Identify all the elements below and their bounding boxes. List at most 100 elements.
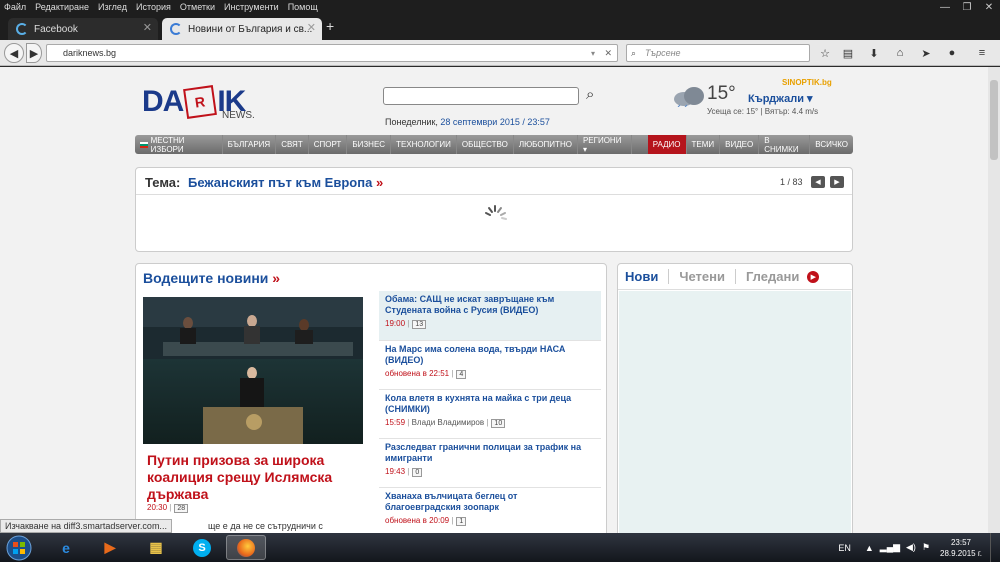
action-center-icon[interactable]: ⚑ [922, 542, 930, 553]
tab-watched[interactable]: Гледани [746, 269, 803, 284]
search-icon[interactable]: ⌕ [586, 86, 604, 104]
comment-count[interactable]: 0 [412, 468, 423, 477]
menu-edit[interactable]: Редактиране [35, 2, 89, 12]
menu-video[interactable]: ВИДЕО [720, 135, 760, 154]
menu-technology[interactable]: ТЕХНОЛОГИИ [391, 135, 457, 154]
downloads-icon[interactable]: ⬇ [866, 45, 882, 61]
menu-regions[interactable]: РЕГИОНИ ▾ [578, 135, 632, 154]
menu-sport[interactable]: СПОРТ [309, 135, 348, 154]
news-title[interactable]: На Марс има солена вода, твърди НАСА (ВИ… [385, 344, 595, 366]
topic-link[interactable]: Бежанският път към Европа » [188, 175, 383, 190]
close-tab-icon[interactable]: ✕ [143, 21, 152, 34]
weather-details: Усеща се: 15° | Вятър: 4.4 m/s [707, 107, 819, 116]
forward-icon[interactable]: ▶ [26, 43, 42, 63]
list-item[interactable]: Обама: САЩ не искат завръщане към Студен… [379, 291, 601, 341]
back-icon[interactable]: ◀ [4, 43, 24, 63]
tab-read[interactable]: Четени [679, 269, 736, 284]
tab-bar: Facebook ✕ Новини от България и св... ✕ … [0, 14, 1000, 40]
news-meta: обновена в 20:09 | 1 [385, 516, 595, 526]
taskbar: e ▶ ▦ S EN ▲ ▂▄▆ ◀) ⚑ 23:57 28.9.2015 г. [0, 533, 1000, 562]
bookmark-star-icon[interactable]: ☆ [817, 45, 833, 61]
clock[interactable]: 23:57 28.9.2015 г. [940, 537, 982, 559]
next-arrow-icon[interactable]: ▶ [830, 176, 844, 188]
main-story-photo[interactable] [143, 297, 363, 444]
menu-world[interactable]: СВЯТ [276, 135, 309, 154]
dropdown-icon[interactable]: ▾ [591, 49, 595, 58]
list-item[interactable]: Кола влетя в кухнята на майка с три деца… [379, 390, 601, 439]
news-meta: 19:43 | 0 [385, 467, 595, 477]
prev-arrow-icon[interactable]: ◀ [811, 176, 825, 188]
menu-business[interactable]: БИЗНЕС [347, 135, 392, 154]
news-title[interactable]: Хванаха вълчицата беглец от благоевградс… [385, 491, 595, 513]
comment-count[interactable]: 10 [491, 419, 506, 428]
menu-tools[interactable]: Инструменти [224, 2, 279, 12]
news-title[interactable]: Кола влетя в кухнята на майка с три деца… [385, 393, 595, 415]
menu-society[interactable]: ОБЩЕСТВО [457, 135, 514, 154]
send-icon[interactable]: ➤ [918, 45, 934, 61]
menu-all[interactable]: ВСИЧКО [810, 135, 853, 154]
news-title[interactable]: Разследват гранични полицаи за трафик на… [385, 442, 595, 464]
comment-count[interactable]: 4 [456, 370, 467, 379]
menu-file[interactable]: Файл [4, 2, 26, 12]
close-window-button[interactable]: ✕ [978, 0, 1000, 14]
show-desktop-button[interactable] [990, 533, 1000, 562]
popular-tabs: Нови Четени Гледани ▶ [618, 264, 852, 290]
news-author[interactable]: Влади Владимиров [412, 418, 485, 427]
topic-pager: 1 / 83 [780, 177, 803, 187]
show-hidden-icons-icon[interactable]: ▲ [865, 543, 874, 553]
volume-icon[interactable]: ◀) [906, 542, 916, 553]
comment-count[interactable]: 13 [412, 320, 427, 329]
topic-box: Тема: Бежанският път към Европа » 1 / 83… [135, 167, 853, 252]
topic-title: Бежанският път към Европа [188, 175, 373, 190]
menu-topics[interactable]: ТЕМИ [687, 135, 721, 154]
home-icon[interactable]: ⌂ [892, 45, 908, 61]
new-tab-button[interactable]: + [326, 18, 334, 34]
close-tab-icon[interactable]: ✕ [307, 21, 316, 34]
weather-brand[interactable]: SINOPTIK.bg [782, 78, 832, 87]
news-time: обновена в 20:09 [385, 516, 450, 525]
tab-dariknews[interactable]: Новини от България и св... ✕ [162, 18, 322, 40]
search-input[interactable]: ⌕ Търсене [626, 44, 810, 62]
firefox-icon[interactable] [226, 535, 266, 560]
menu-bulgaria[interactable]: БЪЛГАРИЯ [223, 135, 277, 154]
list-item[interactable]: Разследват гранични полицаи за трафик на… [379, 439, 601, 488]
scrollbar-thumb[interactable] [990, 80, 998, 160]
start-button-icon[interactable] [4, 534, 34, 562]
search-engine-icon[interactable]: ⌕ [631, 48, 636, 59]
comment-count[interactable]: 28 [174, 504, 189, 513]
weather-city-select[interactable]: Кърджали ▾ [748, 92, 813, 105]
url-input[interactable]: dariknews.bg ▾ ✕ [46, 44, 618, 62]
hamburger-menu-icon[interactable]: ≡ [974, 45, 990, 61]
menu-local-elections[interactable]: МЕСТНИ ИЗБОРИ [135, 135, 223, 154]
menu-help[interactable]: Помощ [288, 2, 318, 12]
internet-explorer-icon[interactable]: e [46, 535, 86, 560]
menu-radio[interactable]: РАДИО [647, 135, 687, 154]
menu-curious[interactable]: ЛЮБОПИТНО [514, 135, 578, 154]
menu-photos[interactable]: В СНИМКИ [759, 135, 811, 154]
chat-icon[interactable]: ● [944, 45, 960, 61]
skype-icon[interactable]: S [182, 535, 222, 560]
menu-view[interactable]: Изглед [98, 2, 127, 12]
media-player-icon[interactable]: ▶ [90, 535, 130, 560]
lead-news-title[interactable]: Водещите новини » [143, 270, 280, 286]
menu-bookmarks[interactable]: Отметки [180, 2, 215, 12]
maximize-button[interactable]: ❐ [956, 0, 978, 14]
site-logo[interactable]: DA R IK NEWS. [142, 84, 255, 121]
news-title[interactable]: Обама: САЩ не искат завръщане към Студен… [385, 294, 595, 316]
list-item[interactable]: Хванаха вълчицата беглец от благоевградс… [379, 488, 601, 533]
reload-icon[interactable]: ✕ [604, 48, 612, 59]
comment-count[interactable]: 1 [456, 517, 467, 526]
menu-history[interactable]: История [136, 2, 171, 12]
file-explorer-icon[interactable]: ▦ [136, 535, 176, 560]
main-story-teaser: ще е да не се сътрудничи с [208, 521, 323, 531]
network-icon[interactable]: ▂▄▆ [880, 542, 900, 553]
site-search-input[interactable] [383, 87, 579, 105]
tab-new[interactable]: Нови [625, 269, 670, 284]
tab-facebook[interactable]: Facebook ✕ [8, 18, 158, 40]
main-story-title[interactable]: Путин призова за широка коалиция срещу И… [147, 452, 357, 503]
list-item[interactable]: На Марс има солена вода, твърди НАСА (ВИ… [379, 341, 601, 390]
minimize-button[interactable]: — [934, 0, 956, 14]
play-icon[interactable]: ▶ [807, 270, 820, 283]
language-indicator[interactable]: EN [838, 543, 851, 553]
reading-list-icon[interactable]: ▤ [840, 45, 856, 61]
